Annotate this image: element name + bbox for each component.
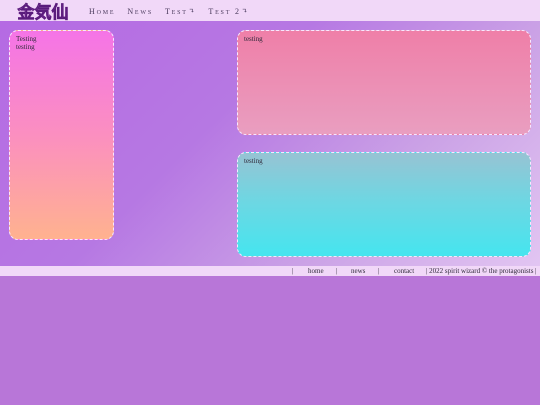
main-nav: Home News Test ↴ Test 2 ↴ bbox=[89, 6, 261, 16]
left-panel-title: Testing bbox=[16, 35, 37, 43]
nav-item-home[interactable]: Home bbox=[89, 7, 115, 16]
nav-item-test[interactable]: Test ↴ bbox=[165, 7, 196, 16]
dropdown-arrow-icon: ↴ bbox=[241, 7, 250, 15]
nav-item-news[interactable]: News bbox=[127, 7, 153, 16]
page-background bbox=[0, 276, 540, 405]
footer-link-home[interactable]: home bbox=[308, 266, 324, 276]
left-panel-text: testing bbox=[16, 43, 35, 51]
nav-item-test-2[interactable]: Test 2 ↴ bbox=[208, 7, 249, 16]
nav-item-label: News bbox=[127, 6, 153, 16]
logo-text: 金気仙 bbox=[17, 0, 69, 24]
bottom-right-panel: testing bbox=[237, 152, 531, 257]
footer-link-contact[interactable]: contact bbox=[394, 266, 414, 276]
footer-link-news[interactable]: news bbox=[351, 266, 365, 276]
nav-item-label: Test bbox=[164, 6, 188, 16]
top-right-panel: testing bbox=[237, 30, 531, 135]
footer-separator: | bbox=[336, 267, 338, 275]
footer-separator: | bbox=[292, 267, 294, 275]
site-logo[interactable]: 金気仙 bbox=[13, 0, 73, 24]
footer-copyright: | 2022 spirit wizard © the protagonists … bbox=[426, 267, 537, 275]
bottom-right-panel-text: testing bbox=[244, 157, 263, 165]
nav-item-label: Test 2 bbox=[208, 6, 241, 16]
dropdown-arrow-icon: ↴ bbox=[188, 7, 197, 15]
site-footer: | home | news | contact | 2022 spirit wi… bbox=[0, 266, 540, 276]
footer-separator: | bbox=[378, 267, 380, 275]
top-right-panel-text: testing bbox=[244, 35, 263, 43]
nav-item-label: Home bbox=[89, 6, 116, 16]
left-panel: Testing testing bbox=[9, 30, 114, 240]
site-header: 金気仙 Home News Test ↴ Test 2 ↴ bbox=[0, 0, 540, 24]
